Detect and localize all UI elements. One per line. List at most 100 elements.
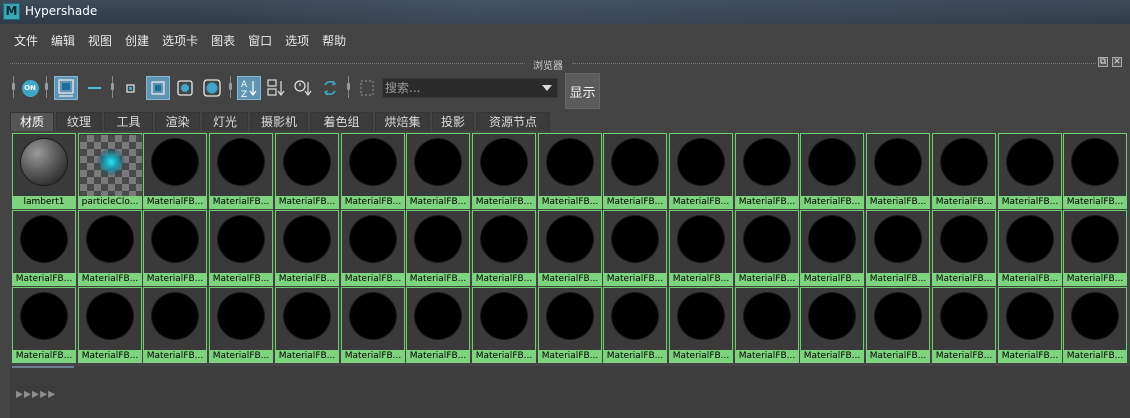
swatch-preview[interactable]	[932, 287, 996, 351]
swatch-preview[interactable]	[866, 287, 930, 351]
material-swatch[interactable]: MaterialFB...	[78, 287, 142, 363]
swatch-preview[interactable]	[866, 133, 930, 197]
swatch-preview[interactable]	[800, 287, 864, 351]
sort-by-time-button[interactable]	[291, 76, 315, 100]
swatch-preview[interactable]	[735, 133, 799, 197]
menu-view[interactable]: 视图	[88, 32, 112, 49]
material-swatch[interactable]: MaterialFB...	[472, 210, 536, 286]
swatch-preview[interactable]	[998, 210, 1062, 274]
menu-create[interactable]: 创建	[125, 32, 149, 49]
material-swatch[interactable]: MaterialFB...	[800, 210, 864, 286]
material-swatch[interactable]: MaterialFB...	[538, 210, 602, 286]
swatch-preview[interactable]	[209, 133, 273, 197]
material-swatch[interactable]: MaterialFB...	[735, 287, 799, 363]
reverse-order-button[interactable]	[318, 76, 342, 100]
toggle-on-button[interactable]: ON	[18, 76, 42, 100]
swatch-preview[interactable]	[12, 133, 76, 197]
material-swatch[interactable]: MaterialFB...	[800, 287, 864, 363]
sort-by-name-button[interactable]: AZ	[237, 76, 261, 100]
swatch-preview[interactable]	[275, 287, 339, 351]
tab-rendering[interactable]: 渲染	[155, 112, 200, 131]
swatch-preview[interactable]	[143, 287, 207, 351]
material-swatch[interactable]: MaterialFB...	[1063, 287, 1127, 363]
swatch-preview[interactable]	[341, 133, 405, 197]
sort-by-type-button[interactable]	[264, 76, 288, 100]
swatch-preview[interactable]	[209, 210, 273, 274]
medium-icons-button[interactable]	[146, 76, 170, 100]
material-swatch[interactable]: MaterialFB...	[143, 287, 207, 363]
material-swatch[interactable]: MaterialFB...	[143, 210, 207, 286]
search-field[interactable]	[382, 78, 558, 98]
material-swatch[interactable]: MaterialFB...	[78, 210, 142, 286]
material-swatch[interactable]: MaterialFB...	[472, 287, 536, 363]
material-swatch[interactable]: MaterialFB...	[538, 133, 602, 209]
material-swatch[interactable]: MaterialFB...	[603, 210, 667, 286]
swatch-preview[interactable]	[866, 210, 930, 274]
swatch-preview[interactable]	[538, 287, 602, 351]
swatch-preview[interactable]	[932, 210, 996, 274]
menu-tabs[interactable]: 选项卡	[162, 32, 198, 49]
swatch-preview[interactable]	[406, 133, 470, 197]
tab-asset-nodes[interactable]: 资源节点	[476, 112, 550, 131]
material-swatch[interactable]: MaterialFB...	[669, 287, 733, 363]
swatch-preview[interactable]	[78, 210, 142, 274]
menu-help[interactable]: 帮助	[322, 32, 346, 49]
tab-shading-groups[interactable]: 着色组	[310, 112, 373, 131]
material-swatch[interactable]: lambert1	[12, 133, 76, 209]
swatch-preview[interactable]	[669, 133, 733, 197]
menu-graph[interactable]: 图表	[211, 32, 235, 49]
material-swatch[interactable]: MaterialFB...	[669, 133, 733, 209]
swatch-preview[interactable]	[406, 287, 470, 351]
material-swatch[interactable]: MaterialFB...	[12, 210, 76, 286]
material-swatch[interactable]: MaterialFB...	[932, 133, 996, 209]
search-input[interactable]	[385, 80, 535, 96]
swatch-preview[interactable]	[998, 133, 1062, 197]
swatch-preview[interactable]	[735, 287, 799, 351]
swatch-preview[interactable]	[341, 210, 405, 274]
swatch-preview[interactable]	[1063, 133, 1127, 197]
swatch-preview[interactable]	[472, 133, 536, 197]
swatch-preview[interactable]	[603, 287, 667, 351]
swatch-preview[interactable]	[12, 210, 76, 274]
tab-utilities[interactable]: 工具	[104, 112, 153, 131]
menu-edit[interactable]: 编辑	[51, 32, 75, 49]
menu-window[interactable]: 窗口	[248, 32, 272, 49]
swatch-preview[interactable]	[800, 133, 864, 197]
swatch-preview[interactable]	[209, 287, 273, 351]
tab-cameras[interactable]: 摄影机	[250, 112, 308, 131]
tab-projections[interactable]: 投影	[432, 112, 474, 131]
material-swatch[interactable]: MaterialFB...	[603, 287, 667, 363]
material-swatch[interactable]: MaterialFB...	[341, 287, 405, 363]
material-swatch[interactable]: MaterialFB...	[735, 210, 799, 286]
as-list-button[interactable]	[82, 76, 106, 100]
material-swatch[interactable]: MaterialFB...	[866, 133, 930, 209]
material-swatch[interactable]: MaterialFB...	[1063, 133, 1127, 209]
material-swatch[interactable]: MaterialFB...	[866, 287, 930, 363]
drag-handle-right[interactable]	[572, 63, 1096, 66]
swatch-preview[interactable]	[800, 210, 864, 274]
material-swatch[interactable]: MaterialFB...	[538, 287, 602, 363]
material-swatch[interactable]: MaterialFB...	[12, 287, 76, 363]
float-panel-icon[interactable]: ⧉	[1098, 57, 1108, 67]
material-swatch[interactable]: MaterialFB...	[998, 287, 1062, 363]
swatch-preview[interactable]	[472, 210, 536, 274]
swatch-preview[interactable]	[78, 287, 142, 351]
close-panel-icon[interactable]: ✕	[1112, 57, 1122, 67]
material-swatch[interactable]: MaterialFB...	[406, 210, 470, 286]
show-button[interactable]: 显示	[565, 73, 600, 109]
material-swatch[interactable]: MaterialFB...	[669, 210, 733, 286]
as-icons-button[interactable]	[54, 76, 78, 100]
material-swatch[interactable]: MaterialFB...	[275, 287, 339, 363]
swatch-preview[interactable]	[932, 133, 996, 197]
material-swatch[interactable]: MaterialFB...	[209, 287, 273, 363]
tab-materials[interactable]: 材质	[10, 112, 54, 131]
material-swatch[interactable]: MaterialFB...	[1063, 210, 1127, 286]
material-swatch[interactable]: MaterialFB...	[735, 133, 799, 209]
swatch-preview[interactable]	[406, 210, 470, 274]
swatch-preview[interactable]	[538, 210, 602, 274]
material-swatch[interactable]: MaterialFB...	[998, 133, 1062, 209]
swatch-preview[interactable]	[735, 210, 799, 274]
material-swatch[interactable]: MaterialFB...	[472, 133, 536, 209]
swatch-preview[interactable]	[669, 287, 733, 351]
material-swatch[interactable]: MaterialFB...	[932, 287, 996, 363]
